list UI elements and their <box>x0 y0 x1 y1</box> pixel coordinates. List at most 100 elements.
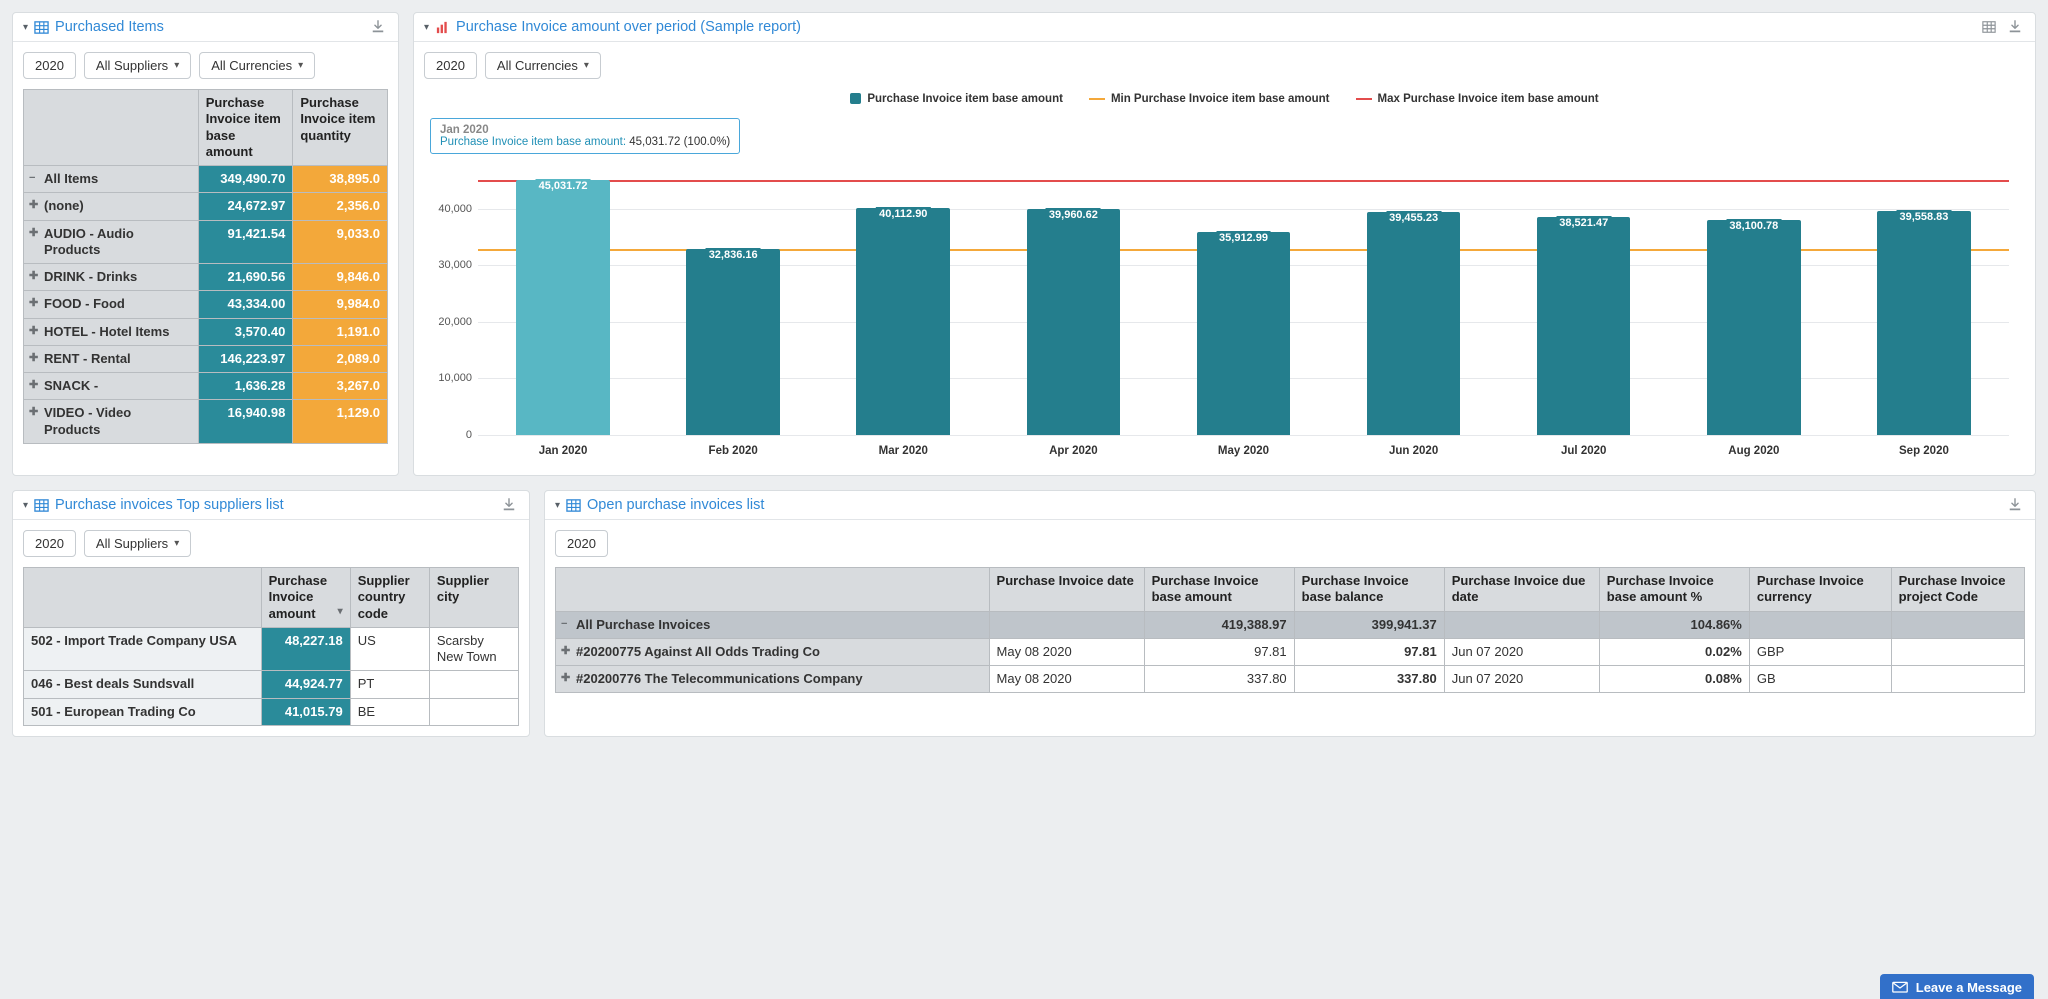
col-header[interactable]: Supplier city <box>429 568 518 628</box>
open-invoices-table: Purchase Invoice date Purchase Invoice b… <box>555 567 2025 693</box>
filter-year-button[interactable]: 2020 <box>23 530 76 557</box>
chart-bar-label: 38,521.47 <box>1556 216 1611 230</box>
panel-title-link[interactable]: Purchase Invoice amount over period (Sam… <box>456 19 801 35</box>
expand-icon[interactable]: ✚ <box>561 645 570 659</box>
cell-country: US <box>350 627 429 671</box>
table-row[interactable]: ✚#20200776 The Telecommunications Compan… <box>556 666 990 693</box>
table-view-icon[interactable] <box>1979 20 1999 34</box>
filter-currencies-button[interactable]: All Currencies▾ <box>485 52 601 79</box>
cell-amount: 43,334.00 <box>198 291 293 318</box>
download-icon[interactable] <box>368 20 388 34</box>
col-header[interactable]: Purchase Invoice item base amount <box>198 90 293 166</box>
table-row[interactable]: 501 - European Trading Co <box>24 698 262 725</box>
table-row[interactable]: 502 - Import Trade Company USA <box>24 627 262 671</box>
expand-icon[interactable]: ✚ <box>29 406 38 420</box>
cell-amount: 41,015.79 <box>261 698 350 725</box>
table-row[interactable]: ✚AUDIO - Audio Products <box>24 220 199 264</box>
chart-bar[interactable] <box>856 208 950 435</box>
col-header[interactable]: Purchase Invoice date <box>989 568 1144 612</box>
col-header[interactable]: Purchase Invoice project Code <box>1891 568 2024 612</box>
col-header[interactable]: Purchase Invoice due date <box>1444 568 1599 612</box>
chart-bar[interactable] <box>1027 209 1121 435</box>
filter-year-button[interactable]: 2020 <box>424 52 477 79</box>
download-icon[interactable] <box>2005 498 2025 512</box>
chart-x-label: Feb 2020 <box>709 445 758 457</box>
collapse-icon[interactable]: − <box>29 172 35 186</box>
table-row[interactable]: ✚RENT - Rental <box>24 345 199 372</box>
table-icon <box>566 498 581 513</box>
expand-icon[interactable]: ✚ <box>29 227 38 241</box>
collapse-icon[interactable]: ▾ <box>23 500 28 511</box>
expand-icon[interactable]: ✚ <box>29 270 38 284</box>
chart-bar[interactable] <box>516 180 610 435</box>
expand-icon[interactable]: ✚ <box>29 379 38 393</box>
panel-title-link[interactable]: Open purchase invoices list <box>587 497 764 513</box>
cell: May 08 2020 <box>989 638 1144 665</box>
chart-bar[interactable] <box>1707 220 1801 435</box>
invoice-bar-chart[interactable]: Jan 2020 Purchase Invoice item base amou… <box>424 115 2025 465</box>
table-row-total[interactable]: −All Purchase Invoices <box>556 611 990 638</box>
col-header[interactable]: Purchase Invoice amount ▾ <box>261 568 350 628</box>
cell-city <box>429 698 518 725</box>
chart-bar[interactable] <box>1877 211 1971 435</box>
chevron-down-icon: ▾ <box>174 538 179 549</box>
chart-x-label: Jul 2020 <box>1561 445 1606 457</box>
col-header[interactable]: Purchase Invoice item quantity <box>293 90 388 166</box>
cell-amount: 21,690.56 <box>198 264 293 291</box>
chart-x-label: Jan 2020 <box>539 445 588 457</box>
cell: GB <box>1749 666 1891 693</box>
purchased-items-table: Purchase Invoice item base amount Purcha… <box>23 89 388 444</box>
chart-bar-label: 32,836.16 <box>706 248 761 262</box>
panel-title-link[interactable]: Purchase invoices Top suppliers list <box>55 497 284 513</box>
cell <box>1891 611 2024 638</box>
filter-suppliers-button[interactable]: All Suppliers▾ <box>84 52 191 79</box>
col-header[interactable]: Purchase Invoice base amount <box>1144 568 1294 612</box>
table-row[interactable]: ✚DRINK - Drinks <box>24 264 199 291</box>
collapse-icon[interactable]: − <box>561 618 567 632</box>
col-header[interactable]: Purchase Invoice base balance <box>1294 568 1444 612</box>
expand-icon[interactable]: ✚ <box>29 325 38 339</box>
filter-year-button[interactable]: 2020 <box>555 530 608 557</box>
table-row[interactable]: ✚(none) <box>24 193 199 220</box>
panel-top-suppliers: ▾ Purchase invoices Top suppliers list 2… <box>12 490 530 737</box>
panel-title-link[interactable]: Purchased Items <box>55 19 164 35</box>
filter-year-button[interactable]: 2020 <box>23 52 76 79</box>
chevron-down-icon: ▾ <box>584 60 589 71</box>
collapse-icon[interactable]: ▾ <box>424 22 429 33</box>
table-row[interactable]: 046 - Best deals Sundsvall <box>24 671 262 698</box>
chart-x-label: Mar 2020 <box>879 445 928 457</box>
expand-icon[interactable]: ✚ <box>29 352 38 366</box>
collapse-icon[interactable]: ▾ <box>555 500 560 511</box>
chart-bar-label: 35,912.99 <box>1216 231 1271 245</box>
filter-currencies-button[interactable]: All Currencies▾ <box>199 52 315 79</box>
chart-bar[interactable] <box>1367 212 1461 435</box>
leave-message-button[interactable]: Leave a Message <box>1880 974 2034 999</box>
expand-icon[interactable]: ✚ <box>29 297 38 311</box>
col-header[interactable]: Supplier country code <box>350 568 429 628</box>
filter-suppliers-button[interactable]: All Suppliers▾ <box>84 530 191 557</box>
expand-icon[interactable]: ✚ <box>561 672 570 686</box>
col-header[interactable]: Purchase Invoice currency <box>1749 568 1891 612</box>
chart-bar-label: 38,100.78 <box>1726 219 1781 233</box>
cell: 337.80 <box>1294 666 1444 693</box>
cell-qty: 2,089.0 <box>293 345 388 372</box>
table-row-total[interactable]: −All Items <box>24 166 199 193</box>
cell-qty: 1,129.0 <box>293 400 388 444</box>
download-icon[interactable] <box>2005 20 2025 34</box>
chart-bar-label: 39,455.23 <box>1386 211 1441 225</box>
table-row[interactable]: ✚SNACK - <box>24 373 199 400</box>
table-row[interactable]: ✚HOTEL - Hotel Items <box>24 318 199 345</box>
cell-amount: 1,636.28 <box>198 373 293 400</box>
chart-bar[interactable] <box>686 249 780 435</box>
download-icon[interactable] <box>499 498 519 512</box>
collapse-icon[interactable]: ▾ <box>23 22 28 33</box>
table-row[interactable]: ✚VIDEO - Video Products <box>24 400 199 444</box>
cell: Jun 07 2020 <box>1444 638 1599 665</box>
cell-qty: 9,984.0 <box>293 291 388 318</box>
chart-bar[interactable] <box>1197 232 1291 435</box>
expand-icon[interactable]: ✚ <box>29 199 38 213</box>
chart-bar[interactable] <box>1537 217 1631 435</box>
table-row[interactable]: ✚FOOD - Food <box>24 291 199 318</box>
col-header[interactable]: Purchase Invoice base amount % <box>1599 568 1749 612</box>
table-row[interactable]: ✚#20200775 Against All Odds Trading Co <box>556 638 990 665</box>
